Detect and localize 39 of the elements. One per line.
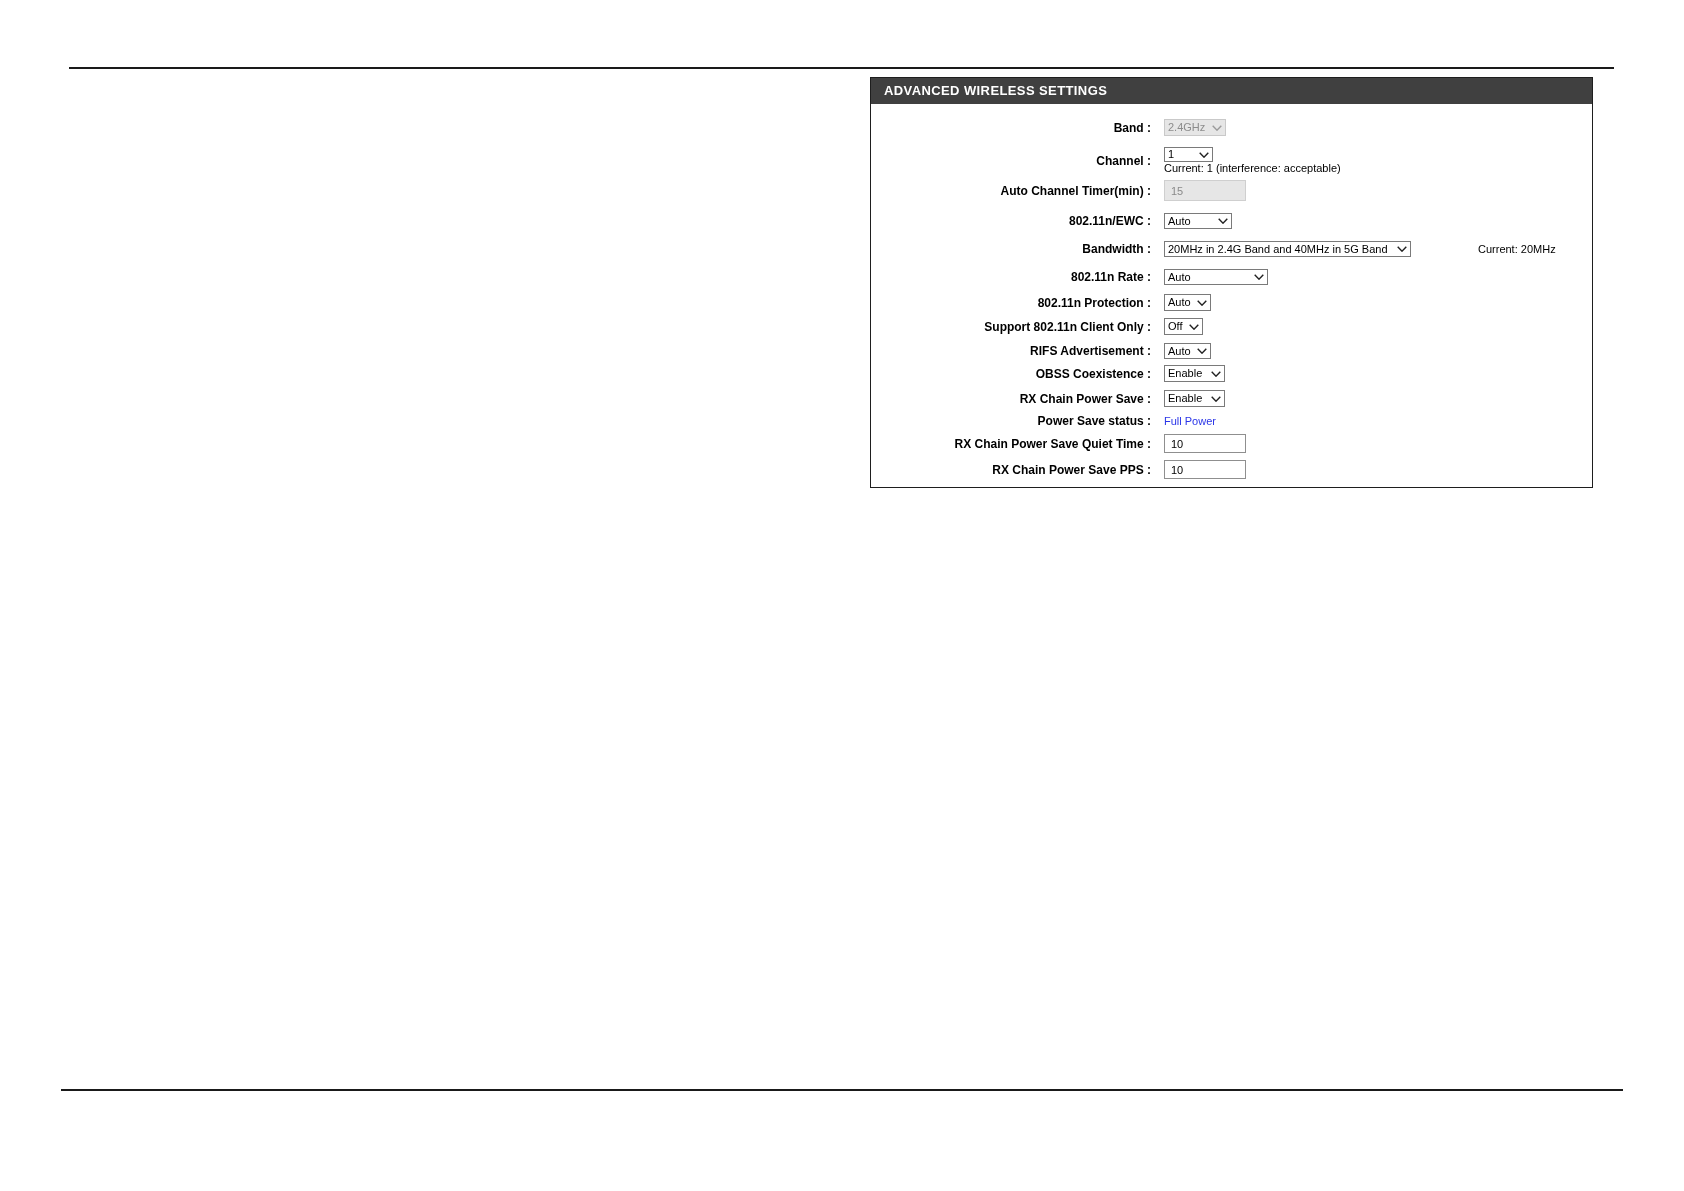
chevron-down-icon — [1197, 299, 1207, 306]
chevron-down-icon — [1189, 323, 1199, 330]
field-label: 802.11n Protection : — [1036, 295, 1151, 310]
dropdown[interactable]: Auto — [1164, 294, 1211, 311]
chevron-down-icon — [1218, 218, 1228, 224]
field-label: RX Chain Power Save PPS : — [991, 462, 1151, 477]
chevron-down-icon — [1397, 246, 1407, 252]
chevron-down-icon — [1212, 124, 1222, 131]
field-label: Power Save status : — [1036, 414, 1151, 428]
field-label: RIFS Advertisement : — [1029, 344, 1151, 358]
field-label: Bandwidth : — [1081, 242, 1151, 256]
chevron-down-icon — [1211, 370, 1221, 377]
dropdown[interactable]: 1 — [1164, 147, 1213, 162]
field-label: Support 802.11n Client Only : — [983, 319, 1151, 334]
status-text: Full Power — [1164, 414, 1216, 428]
dropdown[interactable]: Enable — [1164, 390, 1225, 407]
chevron-down-icon — [1199, 151, 1209, 158]
field-label: 802.11n/EWC : — [1067, 214, 1151, 228]
chevron-down-icon — [1197, 348, 1207, 354]
dropdown[interactable]: Auto — [1164, 213, 1232, 229]
current-value-text: Current: 20MHz — [1478, 242, 1556, 256]
field-label: RX Chain Power Save : — [1018, 391, 1151, 406]
field-label: Channel : — [1095, 154, 1151, 168]
field-label: Auto Channel Timer(min) : — [999, 183, 1151, 198]
current-channel-text: Current: 1 (interference: acceptable) — [1164, 162, 1341, 175]
panel-title: ADVANCED WIRELESS SETTINGS — [884, 83, 1108, 99]
text-field[interactable]: 10 — [1164, 460, 1246, 479]
dropdown[interactable]: Off — [1164, 318, 1203, 335]
dropdown[interactable]: Enable — [1164, 365, 1225, 382]
chevron-down-icon — [1211, 395, 1221, 402]
field-label: 802.11n Rate : — [1069, 270, 1151, 284]
field-label: OBSS Coexistence : — [1034, 366, 1151, 381]
dropdown[interactable]: Auto — [1164, 269, 1268, 285]
chevron-down-icon — [1254, 274, 1264, 280]
field-label: RX Chain Power Save Quiet Time : — [953, 436, 1151, 451]
text-field[interactable]: 10 — [1164, 434, 1246, 453]
dropdown[interactable]: 20MHz in 2.4G Band and 40MHz in 5G Band — [1164, 241, 1411, 257]
field-label: Band : — [1112, 120, 1151, 135]
dropdown[interactable]: Auto — [1164, 343, 1211, 359]
